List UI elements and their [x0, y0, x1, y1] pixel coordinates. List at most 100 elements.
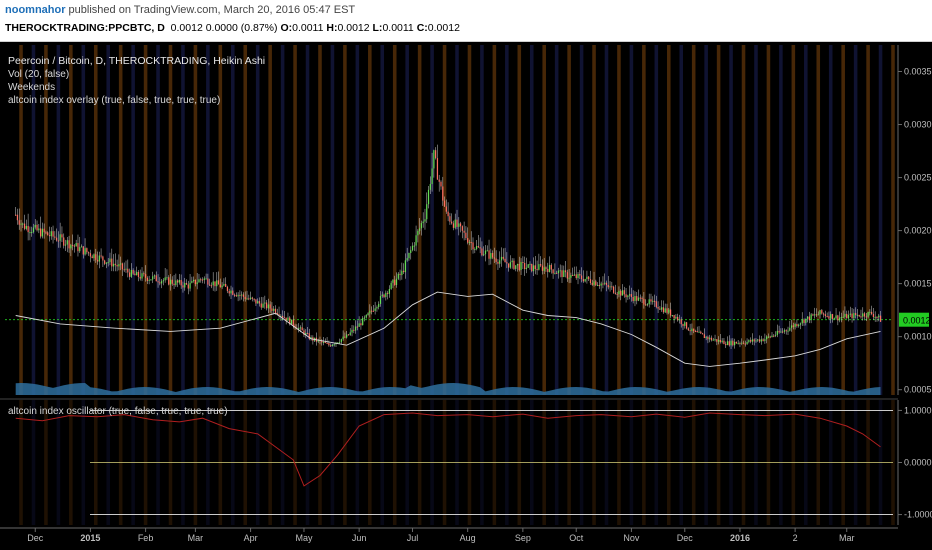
candle-body: [645, 304, 647, 306]
candle-body: [141, 273, 143, 279]
candle-body: [709, 337, 711, 340]
high-value: 0.0012: [337, 22, 370, 34]
candle-body: [125, 268, 127, 270]
candle-body: [540, 264, 542, 266]
candle-body: [766, 336, 768, 340]
candle-body: [435, 150, 437, 159]
legend-volume[interactable]: Vol (20, false): [8, 68, 265, 81]
candle-body: [773, 335, 775, 337]
candle-body: [402, 270, 405, 273]
candle-body: [390, 282, 392, 289]
low-label: L:: [372, 22, 383, 34]
candle-body: [484, 250, 487, 255]
candle-body: [413, 245, 415, 247]
candle-body: [64, 244, 67, 246]
candle-body: [723, 340, 725, 345]
candle-body: [459, 223, 462, 227]
candle-body: [472, 242, 474, 250]
weekend-band: [268, 45, 272, 395]
candle-body: [47, 232, 49, 236]
candle-body: [837, 315, 839, 321]
candle-body: [262, 303, 264, 308]
candle-body: [146, 277, 148, 281]
candle-body: [239, 294, 241, 296]
candle-body: [481, 248, 483, 256]
candle-body: [75, 243, 77, 247]
candle-body: [216, 280, 218, 287]
candle-body: [326, 342, 328, 344]
x-tick-label: Nov: [623, 533, 640, 543]
x-tick-label: Jul: [407, 533, 419, 543]
y-tick-label: 0.0005: [904, 385, 932, 395]
candle-body: [840, 317, 843, 319]
candle-body: [833, 318, 835, 320]
weekend-band: [592, 45, 596, 395]
candle-body: [632, 296, 634, 302]
candle-body: [415, 235, 417, 246]
candle-body: [255, 299, 257, 304]
candle-body: [378, 303, 380, 308]
candle-body: [57, 240, 60, 242]
low-value: 0.0011: [382, 22, 414, 34]
candle-body: [846, 313, 848, 319]
candle-body: [600, 283, 602, 286]
candle-body: [725, 344, 727, 346]
candle-body: [408, 252, 410, 259]
legend-weekends[interactable]: Weekends: [8, 81, 265, 94]
candle-body: [358, 323, 360, 327]
publish-info: published on TradingView.com, March 20, …: [65, 4, 356, 16]
main-legend: Peercoin / Bitcoin, D, THEROCKTRADING, H…: [8, 55, 265, 107]
candle-body: [225, 283, 227, 287]
candle-body: [693, 328, 695, 332]
candle-body: [166, 277, 168, 279]
author-link[interactable]: noomnahor: [5, 4, 66, 16]
candle-body: [200, 279, 202, 281]
candle-body: [525, 267, 528, 270]
candle-body: [232, 290, 234, 295]
candle-body: [242, 294, 245, 297]
candle-body: [121, 263, 124, 270]
legend-overlay[interactable]: altcoin index overlay (true, false, true…: [8, 94, 265, 107]
candle-body: [372, 310, 374, 312]
candle-body: [511, 260, 513, 263]
candle-body: [15, 214, 17, 216]
weekend-band: [766, 45, 771, 395]
candle-body: [470, 242, 472, 244]
candle-body: [369, 310, 371, 314]
candle-body: [248, 298, 250, 300]
weekend-band: [629, 45, 634, 395]
candle-body: [178, 279, 181, 283]
candle-body: [155, 275, 157, 282]
candle-body: [865, 316, 867, 318]
candle-body: [497, 261, 499, 264]
candle-body: [182, 285, 184, 288]
candle-body: [32, 227, 35, 233]
candle-body: [561, 270, 563, 278]
candle-body: [582, 279, 584, 282]
candle-body: [787, 330, 789, 332]
candle-body: [728, 341, 730, 346]
candle-body: [77, 243, 79, 252]
candle-body: [643, 298, 645, 305]
legend-oscillator[interactable]: altcoin index oscillator (true, false, t…: [8, 406, 228, 417]
candle-body: [490, 253, 492, 259]
candle-body: [228, 291, 230, 294]
weekend-band: [866, 45, 870, 395]
candle-body: [573, 274, 576, 276]
legend-main-series[interactable]: Peercoin / Bitcoin, D, THEROCKTRADING, H…: [8, 55, 265, 68]
candle-body: [25, 226, 27, 229]
candle-body: [91, 256, 93, 259]
candle-body: [50, 231, 52, 237]
candle-body: [134, 273, 136, 276]
candle-body: [152, 276, 154, 280]
chart-area[interactable]: 0.0012 0.0035 0.0030 0.0025 0.0020 0.0015 0.00…: [0, 42, 932, 550]
candle-body: [356, 326, 358, 328]
weekend-band: [567, 45, 571, 395]
chart-svg[interactable]: 0.0012 0.0035 0.0030 0.0025 0.0020 0.0015 0.00…: [0, 42, 932, 550]
candle-body: [819, 310, 821, 315]
candle-body: [420, 223, 423, 229]
candle-body: [214, 281, 216, 287]
weekend-band: [355, 45, 360, 395]
x-tick-label: May: [295, 533, 313, 543]
candle-body: [233, 294, 236, 296]
